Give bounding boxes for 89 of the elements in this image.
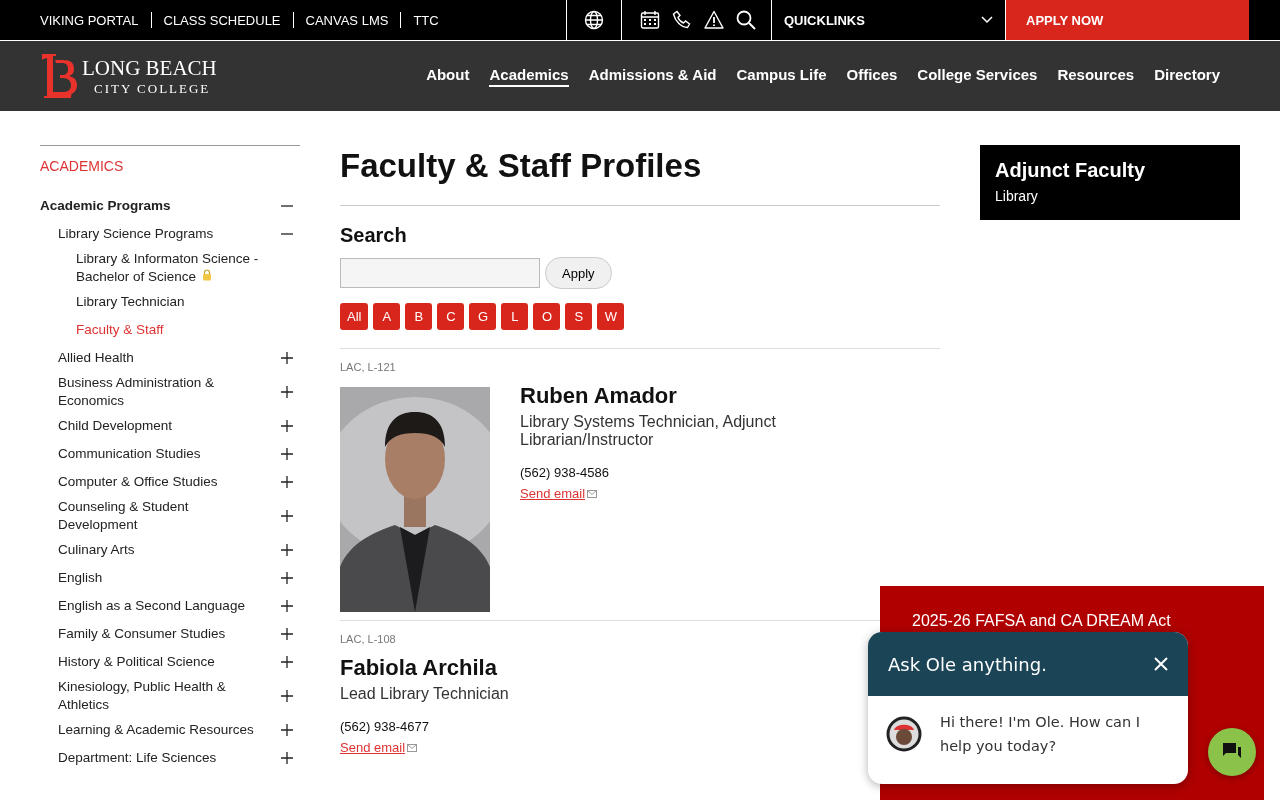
sidebar-item[interactable]: Communication Studies [58, 445, 201, 463]
sidebar-item[interactable]: Learning & Academic Resources [58, 721, 254, 739]
sidebar-item[interactable]: Department: Life Sciences [58, 749, 217, 767]
send-email-link[interactable]: Send email [340, 740, 418, 755]
sidebar-item[interactable]: English as a Second Language [58, 597, 245, 615]
sidebar-item[interactable]: Family & Consumer Studies [58, 625, 226, 643]
sidebar-item[interactable]: Faculty & Staff [76, 321, 164, 339]
plus-icon[interactable] [281, 752, 293, 764]
sidebar-item[interactable]: English [58, 569, 103, 587]
letter-filter-button[interactable]: O [533, 303, 561, 330]
close-icon[interactable] [1154, 657, 1168, 671]
sidebar-item[interactable]: Child Development [58, 417, 173, 435]
person-name: Ruben Amador [520, 383, 678, 409]
send-email-link[interactable]: Send email [520, 486, 598, 501]
plus-icon[interactable] [281, 420, 293, 432]
sidebar-item[interactable]: Business Administration & Economics [58, 374, 263, 410]
letter-filter-button[interactable]: A [373, 303, 401, 330]
chat-title: Ask Ole anything. [888, 653, 1047, 675]
plus-icon[interactable] [281, 656, 293, 668]
nav-item[interactable]: Campus Life [736, 65, 827, 87]
plus-icon[interactable] [281, 572, 293, 584]
plus-icon[interactable] [281, 690, 293, 702]
plus-icon[interactable] [281, 544, 293, 556]
phone-icon[interactable] [672, 10, 692, 30]
card-subtitle: Library [995, 188, 1039, 204]
letter-filter-button[interactable]: B [405, 303, 433, 330]
chevron-down-icon [981, 16, 993, 24]
sidebar-item[interactable]: History & Political Science [58, 653, 215, 671]
envelope-icon [587, 490, 598, 498]
card-title: Adjunct Faculty [995, 159, 1146, 182]
letter-filter-button[interactable]: W [597, 303, 625, 330]
avatar-icon [886, 716, 922, 752]
location-text: LAC, L-108 [340, 633, 397, 645]
nav-item[interactable]: About [426, 65, 470, 87]
top-link[interactable]: TTC [413, 12, 439, 28]
logo-title[interactable]: LONG BEACH [82, 55, 217, 81]
job-title: Lead Library Technician [340, 685, 510, 703]
search-field[interactable] [340, 258, 540, 288]
logo-icon[interactable] [40, 52, 80, 100]
nav-item[interactable]: College Services [917, 65, 1038, 87]
letter-filter-button[interactable]: All [340, 303, 369, 330]
banner-text: 2025-26 FAFSA and CA DREAM Act [912, 612, 1172, 630]
logo-subtitle[interactable]: CITY COLLEGE [82, 80, 217, 97]
nav-item[interactable]: Resources [1057, 65, 1135, 87]
calendar-icon[interactable] [640, 10, 660, 30]
plus-icon[interactable] [281, 352, 293, 364]
sidebar-item[interactable]: Kinesiology, Public Health & Athletics [58, 678, 263, 714]
nav-item[interactable]: Academics [489, 65, 569, 87]
top-link[interactable]: CANVAS LMS [305, 12, 389, 28]
sidebar-item[interactable]: Culinary Arts [58, 541, 135, 559]
letter-filter-button[interactable]: S [565, 303, 593, 330]
apply-button[interactable]: Apply [545, 257, 612, 289]
sidebar-item[interactable]: Academic Programs [40, 197, 171, 215]
nav-item[interactable]: Admissions & Aid [588, 65, 717, 87]
plus-icon[interactable] [281, 600, 293, 612]
top-link[interactable]: CLASS SCHEDULE [163, 12, 281, 28]
letter-filter-button[interactable]: G [469, 303, 497, 330]
nav-item[interactable]: Offices [846, 65, 898, 87]
sidebar-item[interactable]: Library & Informaton Science - Bachelor of Science [76, 250, 281, 286]
apply-now-button[interactable]: APPLY NOW [1005, 0, 1249, 40]
sidebar-item[interactable]: Library Science Programs [58, 225, 214, 243]
warning-icon[interactable] [704, 10, 724, 30]
sidebar-heading[interactable]: ACADEMICS [40, 158, 300, 174]
chat-message: Hi there! I'm Ole. How can I help you today? [940, 713, 1142, 756]
plus-icon[interactable] [281, 628, 293, 640]
phone-number: (562) 938-4586 [520, 465, 610, 480]
search-label: Search [340, 224, 408, 247]
job-title: Library Systems Technician, Adjunct Librarian/Instructor [520, 413, 777, 449]
letter-filter-button[interactable]: C [437, 303, 465, 330]
plus-icon[interactable] [281, 386, 293, 398]
search-icon[interactable] [736, 10, 756, 30]
envelope-icon [407, 744, 418, 752]
nav-item[interactable]: Directory [1154, 65, 1220, 87]
sidebar-item[interactable]: Counseling & Student Development [58, 498, 263, 534]
location-text: LAC, L-121 [340, 361, 397, 373]
quicklinks-dropdown[interactable]: QUICKLINKS [772, 0, 1005, 40]
globe-icon[interactable] [584, 10, 604, 30]
plus-icon[interactable] [281, 724, 293, 736]
top-link[interactable]: VIKING PORTAL [40, 12, 139, 28]
sidebar-item[interactable]: Library Technician [76, 293, 185, 311]
plus-icon[interactable] [281, 510, 293, 522]
sidebar-item[interactable]: Computer & Office Studies [58, 473, 218, 491]
page-title: Faculty & Staff Profiles [340, 145, 940, 206]
plus-icon[interactable] [281, 448, 293, 460]
sidebar-item[interactable]: Allied Health [58, 349, 134, 367]
letter-filter-button[interactable]: L [501, 303, 529, 330]
plus-icon[interactable] [281, 476, 293, 488]
person-name: Fabiola Archila [340, 655, 498, 681]
phone-number: (562) 938-4677 [340, 719, 430, 734]
